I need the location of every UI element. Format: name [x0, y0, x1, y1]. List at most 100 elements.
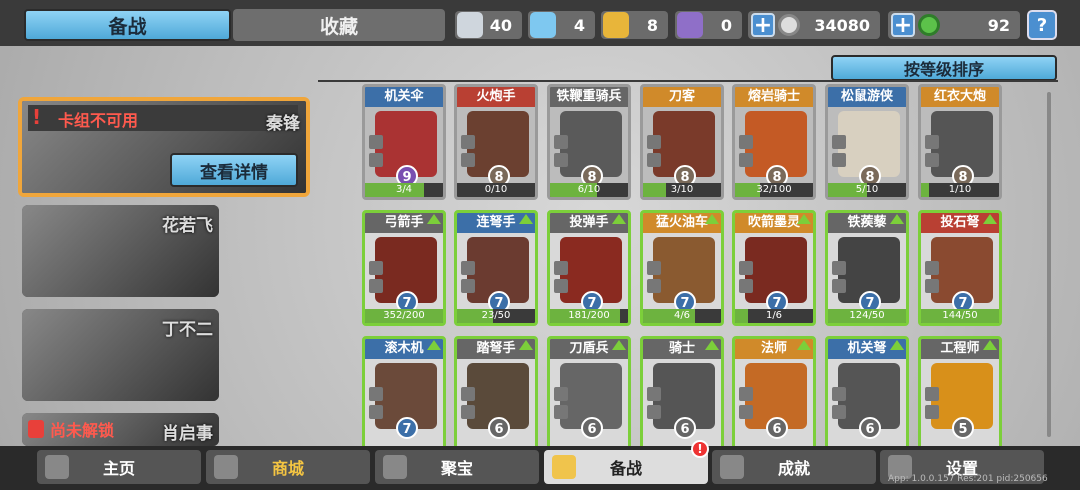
nav-achievements-label: 成就 — [777, 459, 810, 478]
progress-fill — [643, 183, 667, 197]
unit-card[interactable]: 机关弩 6 — [825, 336, 909, 452]
unit-card[interactable]: 法师 6 — [732, 336, 816, 452]
unit-card[interactable]: 投石弩 7 144/50 — [918, 210, 1002, 326]
card-progress: 181/200 — [550, 309, 628, 323]
add-coins-button[interactable]: + — [751, 13, 775, 38]
progress-text: 6/10 — [577, 184, 601, 195]
level-badge: 5 — [952, 417, 974, 439]
unit-card[interactable]: 松鼠游侠 8 5/10 — [825, 84, 909, 200]
card-progress: 124/50 — [828, 309, 906, 323]
gold-trophy-icon — [603, 12, 629, 38]
target-type-icon — [647, 153, 661, 167]
upgrade-arrow-icon — [983, 214, 997, 224]
nav-treasure[interactable]: 聚宝 — [375, 450, 539, 484]
unit-card[interactable]: 猛火油车 7 4/6 — [640, 210, 724, 326]
hero-name: 花若飞 — [162, 216, 213, 236]
unit-card[interactable]: 骑士 6 — [640, 336, 724, 452]
nav-home[interactable]: 主页 — [37, 450, 201, 484]
card-progress: 352/200 — [365, 309, 443, 323]
deck-selected[interactable]: ! 卡组不可用 秦锋 查看详情 — [18, 97, 310, 197]
nav-shop[interactable]: 商城 — [206, 450, 370, 484]
upgrade-arrow-icon — [427, 214, 441, 224]
attack-type-icon — [647, 135, 661, 149]
unit-card[interactable]: 熔岩骑士 8 32/100 — [732, 84, 816, 200]
attack-type-icon — [369, 387, 383, 401]
gem-icon — [918, 14, 940, 36]
card-progress: 1/10 — [921, 183, 999, 197]
unit-name: 铁鞭重骑兵 — [550, 87, 628, 107]
nav-prepare[interactable]: 备战 — [544, 450, 708, 484]
nav-achievements[interactable]: 成就 — [712, 450, 876, 484]
unit-card[interactable]: 火炮手 8 0/10 — [454, 84, 538, 200]
warning-icon: ! — [32, 105, 42, 129]
target-type-icon — [739, 405, 753, 419]
unit-card[interactable]: 刀盾兵 6 — [547, 336, 631, 452]
upgrade-arrow-icon — [705, 214, 719, 224]
deck-3[interactable]: 丁不二 — [22, 309, 219, 401]
unit-card[interactable]: 弓箭手 7 352/200 — [362, 210, 446, 326]
gold-resource: 8 — [601, 11, 668, 39]
tab-collection[interactable]: 收藏 — [233, 9, 445, 41]
unit-card[interactable]: 滚木机 7 — [362, 336, 446, 452]
progress-text: 0/10 — [484, 184, 508, 195]
sort-by-level-button[interactable]: 按等级排序 — [831, 55, 1057, 81]
divider — [318, 80, 1058, 82]
level-badge: 6 — [488, 417, 510, 439]
attack-type-icon — [925, 135, 939, 149]
silver-count: 40 — [489, 15, 512, 35]
attack-type-icon — [647, 261, 661, 275]
unit-card[interactable]: 连弩手 7 23/50 — [454, 210, 538, 326]
target-type-icon — [554, 279, 568, 293]
card-progress: 1/6 — [735, 309, 813, 323]
unit-card[interactable]: 机关伞 9 3/4 — [362, 84, 446, 200]
purple-resource: 0 — [675, 11, 742, 39]
nav-home-label: 主页 — [102, 459, 135, 478]
home-icon — [45, 455, 69, 479]
attack-type-icon — [369, 261, 383, 275]
unit-card[interactable]: 铁蒺藜 7 124/50 — [825, 210, 909, 326]
deck-2[interactable]: 花若飞 — [22, 205, 219, 297]
progress-text: 5/10 — [855, 184, 879, 195]
coin-count: 34080 — [814, 15, 870, 35]
level-badge: 6 — [859, 417, 881, 439]
level-badge: 6 — [581, 417, 603, 439]
scrollbar[interactable] — [1047, 92, 1051, 437]
add-gems-button[interactable]: + — [891, 13, 915, 38]
help-button[interactable]: ? — [1027, 10, 1057, 40]
upgrade-arrow-icon — [427, 340, 441, 350]
upgrade-arrow-icon — [890, 214, 904, 224]
coins-icon — [214, 455, 238, 479]
unit-card[interactable]: 踏弩手 6 — [454, 336, 538, 452]
upgrade-arrow-icon — [612, 214, 626, 224]
unit-name: 火炮手 — [457, 87, 535, 107]
attack-type-icon — [461, 387, 475, 401]
unit-card[interactable]: 铁鞭重骑兵 8 6/10 — [547, 84, 631, 200]
crystal-resource: 4 — [528, 11, 595, 39]
attack-type-icon — [369, 135, 383, 149]
coin-resource: + 34080 — [748, 11, 880, 39]
attack-type-icon — [739, 135, 753, 149]
progress-text: 124/50 — [849, 310, 885, 321]
progress-fill — [365, 183, 424, 197]
tab-prepare[interactable]: 备战 — [24, 9, 231, 41]
progress-fill — [735, 309, 749, 323]
locked-label: 尚未解锁 — [28, 417, 114, 441]
deck-4-locked[interactable]: 尚未解锁 肖启事 — [22, 413, 219, 446]
level-badge: 6 — [674, 417, 696, 439]
upgrade-arrow-icon — [612, 340, 626, 350]
nav-shop-label: 商城 — [271, 459, 304, 478]
attack-type-icon — [832, 387, 846, 401]
target-type-icon — [925, 405, 939, 419]
silver-trophy-icon — [457, 12, 483, 38]
unit-card[interactable]: 工程师 5 — [918, 336, 1002, 452]
target-type-icon — [832, 153, 846, 167]
unit-card[interactable]: 吹箭墨灵 7 1/6 — [732, 210, 816, 326]
unit-card[interactable]: 刀客 8 3/10 — [640, 84, 724, 200]
unit-card[interactable]: 投弹手 7 181/200 — [547, 210, 631, 326]
view-details-button[interactable]: 查看详情 — [170, 153, 298, 187]
card-progress: 4/6 — [643, 309, 721, 323]
unit-name: 刀客 — [643, 87, 721, 107]
progress-text: 1/6 — [765, 310, 783, 321]
attack-type-icon — [461, 261, 475, 275]
unit-card[interactable]: 红衣大炮 8 1/10 — [918, 84, 1002, 200]
